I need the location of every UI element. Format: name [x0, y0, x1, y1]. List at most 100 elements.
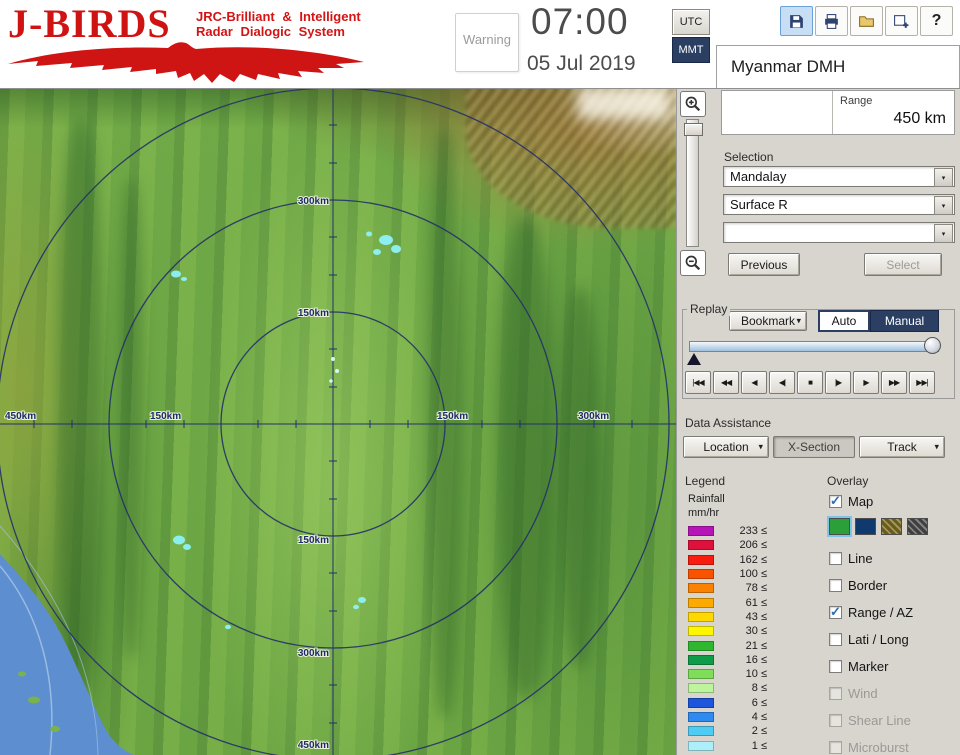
playback-button[interactable]: ▶▶ [881, 371, 907, 394]
overlay-item-wind: Wind [829, 686, 913, 701]
playback-button[interactable]: ▶ [853, 371, 879, 394]
checkbox[interactable] [829, 660, 842, 673]
station-title-box: Myanmar DMH [716, 45, 960, 88]
new-window-button[interactable] [885, 6, 918, 36]
clock-date: 05 Jul 2019 [527, 52, 636, 75]
ring-label: 150km [437, 411, 468, 422]
checkbox-label: Range / AZ [848, 605, 914, 620]
selection-label: Selection [724, 150, 774, 164]
replay-mode-manual[interactable]: Manual [870, 310, 939, 332]
playback-button[interactable]: ◀ [741, 371, 767, 394]
jbirds-app: J-BIRDS JRC-Brilliant & Intelligent Rada… [0, 0, 960, 755]
legend-color-swatch [688, 726, 714, 737]
control-panel: Range 450 km Selection Mandalay ▾ Surfac… [676, 88, 960, 755]
legend-color-swatch [688, 740, 714, 751]
legend-row: 61 ≤ [688, 595, 767, 609]
bookmark-button-label: Bookmark [740, 314, 796, 328]
overlay-item-lati-long[interactable]: Lati / Long [829, 632, 913, 647]
previous-button-label: Previous [740, 257, 788, 272]
open-folder-button[interactable] [850, 6, 883, 36]
replay-mode-auto[interactable]: Auto [818, 310, 870, 332]
zoom-slider-track[interactable] [684, 119, 703, 247]
extra-dropdown[interactable]: ▾ [723, 222, 955, 243]
eagle-logo-icon [8, 42, 364, 83]
folder-icon [859, 15, 874, 27]
legend-color-swatch [688, 669, 714, 680]
mmt-button[interactable]: MMT [672, 37, 710, 63]
playback-button[interactable]: |◀◀ [685, 371, 711, 394]
replay-timeline-track[interactable] [689, 341, 939, 352]
chevron-down-icon[interactable]: ▾ [934, 224, 953, 243]
help-button[interactable]: ? [920, 6, 953, 36]
replay-timeline-thumb[interactable] [924, 337, 941, 354]
legend-color-swatch [688, 569, 714, 580]
legend-threshold-label: 16 ≤ [745, 653, 767, 666]
location-button[interactable]: Location ▾ [683, 436, 769, 458]
legend-row: 233 ≤ [688, 524, 767, 538]
map-checkbox[interactable]: ✓ [829, 494, 842, 508]
legend-row: 43 ≤ [688, 610, 767, 624]
map-color-swatch[interactable] [907, 518, 928, 535]
ring-label: 450km [298, 740, 329, 751]
legend-threshold-label: 4 ≤ [751, 711, 767, 723]
checkbox-label: Lati / Long [848, 632, 909, 647]
chevron-down-icon[interactable]: ▾ [934, 196, 953, 215]
ring-label: 150km [298, 308, 329, 319]
legend-color-swatch [688, 583, 714, 594]
legend-row: 30 ≤ [688, 624, 767, 638]
ring-label: 300km [298, 648, 329, 659]
legend-threshold-label: 10 ≤ [745, 668, 767, 681]
legend-color-swatch [688, 597, 714, 608]
track-button[interactable]: Track ▾ [859, 436, 945, 458]
overlay-item-range-az[interactable]: ✓ Range / AZ [829, 605, 913, 620]
checkbox [829, 741, 842, 754]
overlay-item-map[interactable]: ✓ Map [829, 494, 873, 509]
legend-color-swatch [688, 683, 714, 694]
overlay-item-marker[interactable]: Marker [829, 659, 913, 674]
legend-color-swatch [688, 554, 714, 565]
utc-button[interactable]: UTC [672, 9, 710, 35]
warning-indicator[interactable]: Warning [455, 13, 519, 72]
radar-map[interactable]: 300km 150km 150km 300km 450km 450km 150k… [0, 88, 676, 755]
legend-color-swatch [688, 640, 714, 651]
playback-button[interactable]: ◀◀ [713, 371, 739, 394]
bookmark-button[interactable]: Bookmark ▾ [729, 311, 807, 331]
playback-button[interactable]: |▶ [825, 371, 851, 394]
product-dropdown[interactable]: Surface R ▾ [723, 194, 955, 215]
chevron-down-icon[interactable]: ▾ [934, 168, 953, 187]
legend-row: 206 ≤ [688, 538, 767, 552]
save-button[interactable] [780, 6, 813, 36]
print-button[interactable] [815, 6, 848, 36]
checkbox-label: Marker [848, 659, 889, 674]
chevron-down-icon: ▾ [796, 315, 801, 326]
map-color-swatch[interactable] [827, 516, 852, 537]
select-button[interactable]: Select [864, 253, 942, 276]
zoom-in-button[interactable] [680, 91, 706, 117]
overlay-item-border[interactable]: Border [829, 578, 913, 593]
checkbox[interactable]: ✓ [829, 605, 842, 619]
new-window-icon [894, 14, 909, 28]
zoom-slider-thumb[interactable] [684, 123, 703, 136]
zoom-out-button[interactable] [680, 250, 706, 276]
playback-button[interactable]: ■ [797, 371, 823, 394]
site-dropdown[interactable]: Mandalay ▾ [723, 166, 955, 187]
map-color-swatch[interactable] [881, 518, 902, 535]
logo-subtitle-line2: Radar Dialogic System [196, 24, 345, 39]
playback-button[interactable]: ◀| [769, 371, 795, 394]
checkbox [829, 687, 842, 700]
range-display: Range 450 km [721, 90, 955, 135]
legend-unit-line2: mm/hr [688, 507, 720, 519]
divider [832, 91, 833, 134]
legend-label: Legend [685, 474, 726, 488]
checkbox[interactable] [829, 552, 842, 565]
xsection-button[interactable]: X-Section [773, 436, 855, 458]
checkbox[interactable] [829, 633, 842, 646]
previous-button[interactable]: Previous [728, 253, 800, 276]
map-color-swatch[interactable] [855, 518, 876, 535]
legend-threshold-label: 6 ≤ [751, 696, 767, 709]
playback-button[interactable]: ▶▶| [909, 371, 935, 394]
checkbox[interactable] [829, 579, 842, 592]
legend-row: 21 ≤ [688, 638, 767, 652]
rainfall-color-scale: 233 ≤206 ≤162 ≤ 100 ≤78 ≤61 ≤43 ≤ 30 ≤21 ≤… [688, 524, 767, 753]
overlay-item-line[interactable]: Line [829, 551, 913, 566]
